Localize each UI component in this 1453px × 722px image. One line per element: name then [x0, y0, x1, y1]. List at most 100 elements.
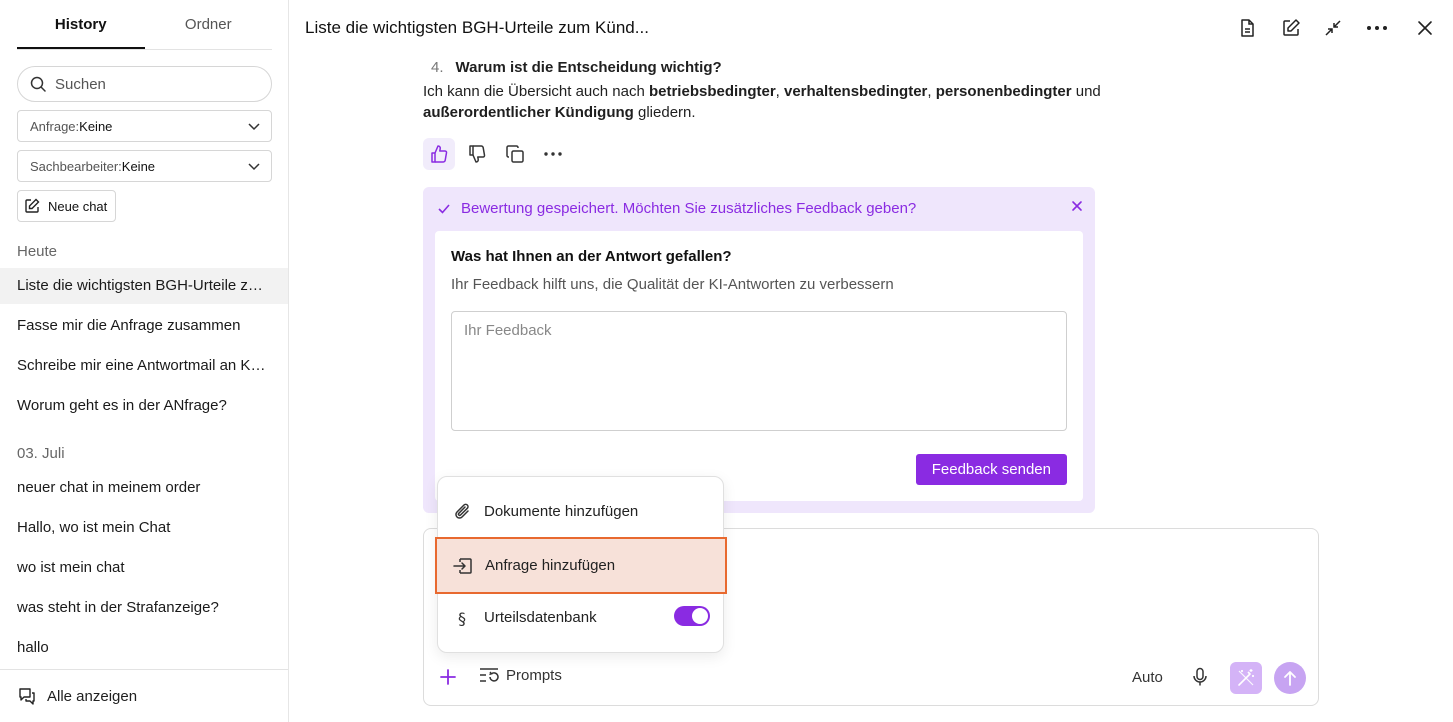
list-item-heading: 4. Warum ist die Entscheidung wichtig? [423, 57, 722, 78]
copy-button[interactable] [499, 138, 531, 170]
paragraph-icon: § [458, 609, 466, 628]
magic-wand-icon [1238, 669, 1254, 686]
prompts-button[interactable]: Prompts [478, 666, 562, 684]
show-all-button[interactable]: Alle anzeigen [0, 669, 288, 722]
menu-item-add-documents[interactable]: Dokumente hinzufügen [438, 485, 725, 538]
thumbs-up-icon [431, 145, 448, 163]
menu-item-label: Anfrage hinzufügen [485, 557, 616, 574]
edit-icon [25, 198, 40, 213]
menu-item-label: Urteilsdatenbank [484, 609, 597, 626]
paragraph-text: Ich kann die Übersicht auch nach [423, 83, 649, 100]
sidebar-tabs: History Ordner [17, 0, 272, 50]
page-title: Liste die wichtigsten BGH-Urteile zum Kü… [305, 18, 649, 37]
message-actions [423, 138, 575, 170]
chat-item[interactable]: was steht in der Strafanzeige? [0, 590, 288, 626]
thumbs-down-icon [469, 145, 486, 163]
new-chat-button[interactable]: Neue chat [17, 190, 117, 222]
tab-ordner[interactable]: Ordner [145, 0, 273, 49]
close-icon [1418, 21, 1432, 35]
microphone-icon [1193, 667, 1207, 686]
chat-item[interactable]: Liste die wichtigsten BGH-Urteile zum Kü… [0, 268, 288, 304]
more-icon [1367, 26, 1387, 30]
chevron-down-icon [248, 163, 260, 171]
chat-item[interactable]: neuer chat in meinem order [0, 470, 288, 506]
feedback-question: Was hat Ihnen an der Antwort gefallen? [451, 248, 732, 265]
feedback-card: Was hat Ihnen an der Antwort gefallen? I… [435, 231, 1083, 501]
chat-item[interactable]: Schreibe mir eine Antwortmail an Kr… [0, 348, 288, 384]
search-icon [30, 76, 46, 92]
microphone-button[interactable] [1191, 667, 1209, 692]
paragraph-text: , [927, 83, 936, 100]
document-icon [1241, 19, 1254, 37]
chat-item[interactable]: Worum geht es in der ANfrage? [0, 388, 288, 424]
case-law-db-toggle[interactable] [674, 606, 710, 626]
menu-item-add-request[interactable]: Anfrage hinzufügen [435, 537, 727, 594]
feedback-submit-button[interactable]: Feedback senden [915, 454, 1067, 485]
mode-selector[interactable]: Auto [1132, 669, 1163, 686]
send-button[interactable] [1274, 662, 1306, 694]
history-chats-icon [19, 688, 35, 705]
more-icon [544, 152, 562, 156]
chevron-down-icon [248, 123, 260, 131]
magic-wand-button[interactable] [1230, 662, 1262, 694]
feedback-panel: Bewertung gespeichert. Möchten Sie zusät… [423, 187, 1095, 513]
bold-text: betriebsbedingter [648, 83, 776, 100]
minimize-button[interactable] [1321, 16, 1345, 40]
feedback-close-button[interactable] [1071, 199, 1083, 217]
search-box[interactable] [17, 66, 272, 102]
import-icon [453, 557, 472, 574]
filter-sachbearbeiter[interactable]: Sachbearbeiter: Keine [17, 150, 272, 182]
prompt-list-icon [480, 668, 499, 682]
thumbs-up-button[interactable] [423, 138, 455, 170]
document-button[interactable] [1235, 16, 1259, 40]
filter-sachbearbeiter-value: Keine [121, 158, 156, 174]
more-actions-button[interactable] [537, 138, 569, 170]
filter-anfrage-value: Keine [79, 118, 113, 134]
paragraph-text: , [775, 83, 784, 100]
chat-item[interactable]: Fasse mir die Anfrage zusammen [0, 308, 288, 344]
paragraph-text: gliedern. [633, 104, 696, 121]
minimize-icon [1325, 20, 1341, 36]
feedback-saved-notice: Bewertung gespeichert. Möchten Sie zusät… [437, 200, 916, 217]
tab-history[interactable]: History [17, 0, 145, 49]
arrow-up-icon [1284, 671, 1296, 686]
message-paragraph: Ich kann die Übersicht auch nach betrieb… [423, 81, 1103, 123]
thumbs-down-button[interactable] [461, 138, 493, 170]
copy-icon [506, 145, 524, 163]
list-heading-text: Warum ist die Entscheidung wichtig? [455, 59, 722, 76]
list-number: 4. [431, 59, 444, 76]
chat-item[interactable]: wo ist mein chat [0, 550, 288, 586]
group-label-date: 03. Juli [17, 445, 65, 462]
bold-text: personenbedingter [935, 83, 1072, 100]
filter-anfrage[interactable]: Anfrage: Keine [17, 110, 272, 142]
menu-item-case-law-db[interactable]: § Urteilsdatenbank [438, 591, 725, 644]
group-label-today: Heute [17, 243, 58, 260]
close-icon [1072, 201, 1082, 211]
search-input[interactable] [55, 75, 255, 93]
chat-item[interactable]: hallo [0, 630, 288, 666]
paragraph-text: und [1071, 83, 1101, 100]
check-icon [438, 203, 450, 214]
chat-item[interactable]: Hallo, wo ist mein Chat [0, 510, 288, 546]
attachment-menu: Dokumente hinzufügen Anfrage hinzufügen … [435, 476, 727, 653]
feedback-saved-text: Bewertung gespeichert. Möchten Sie zusät… [461, 200, 917, 217]
feedback-textarea[interactable] [451, 311, 1067, 431]
filter-anfrage-label: Anfrage: [30, 118, 80, 134]
new-chat-label: Neue chat [48, 198, 108, 214]
sidebar: History Ordner Anfrage: Keine Sachbearbe… [0, 0, 289, 722]
edit-button[interactable] [1279, 16, 1303, 40]
bold-text: außerordentlicher Kündigung [423, 104, 634, 121]
prompts-label: Prompts [506, 666, 562, 684]
show-all-label: Alle anzeigen [47, 687, 138, 705]
close-button[interactable] [1413, 16, 1437, 40]
more-button[interactable] [1365, 16, 1389, 40]
menu-item-label: Dokumente hinzufügen [484, 503, 639, 520]
bold-text: verhaltensbedingter [784, 83, 928, 100]
plus-icon [440, 669, 456, 685]
paperclip-icon [455, 503, 469, 519]
svg-text:§: § [458, 609, 466, 628]
add-button[interactable] [438, 667, 458, 692]
filter-sachbearbeiter-label: Sachbearbeiter: [30, 158, 122, 174]
edit-icon [1283, 19, 1300, 36]
feedback-subtitle: Ihr Feedback hilft uns, die Qualität der… [451, 276, 894, 293]
